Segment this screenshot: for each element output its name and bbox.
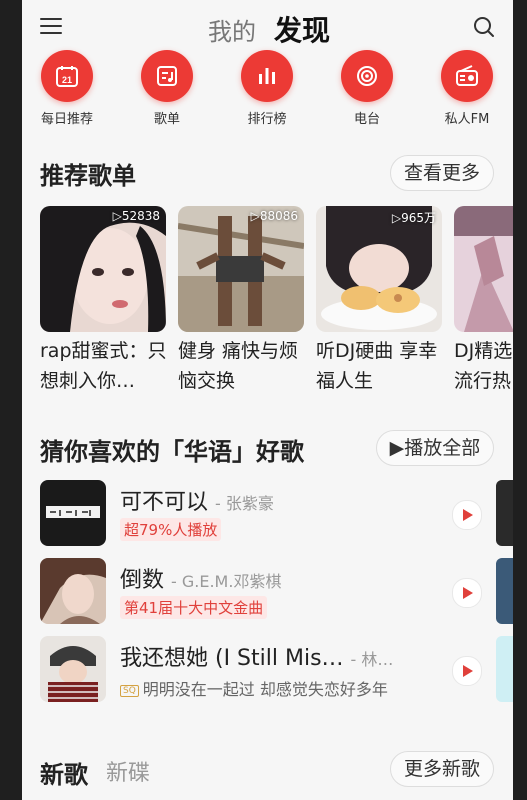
playlist-icon [141, 50, 193, 102]
song-row[interactable]: 倒数 - G.E.M.邓紫棋 第41届十大中文金曲 [40, 558, 510, 626]
playlist-cover: ▷965万 [316, 206, 442, 332]
next-cover-peek [496, 636, 513, 702]
play-button[interactable] [452, 500, 482, 530]
calendar-icon: 21 [41, 50, 93, 102]
quick-label: 私人FM [444, 112, 490, 127]
song-title: 可不可以 - 张紫豪 [120, 490, 274, 515]
song-cover [40, 636, 106, 702]
quick-charts[interactable]: 排行榜 [227, 50, 307, 127]
next-cover-peek [496, 558, 513, 624]
quick-daily[interactable]: 21 每日推荐 [27, 50, 107, 127]
quick-fm[interactable]: 私人FM [427, 50, 507, 127]
song-cover [40, 558, 106, 624]
app-screen: 我的 发现 21 每日推荐 歌单 排行榜 电台 私人FM 推荐歌单 查看更多 ▷… [22, 0, 513, 800]
quick-playlist[interactable]: 歌单 [127, 50, 207, 127]
quick-entries: 21 每日推荐 歌单 排行榜 电台 私人FM [22, 50, 513, 132]
tab-mine[interactable]: 我的 [208, 12, 256, 47]
top-bar: 我的 发现 [22, 0, 513, 56]
more-new-songs-button[interactable]: 更多新歌 [390, 751, 494, 787]
tab-new-songs[interactable]: 新歌 [40, 755, 88, 790]
song-subtitle: SQ 明明没在一起过 却感觉失恋好多年 [120, 676, 388, 700]
tab-new-albums[interactable]: 新碟 [106, 755, 150, 787]
play-button[interactable] [452, 578, 482, 608]
radio-icon [441, 50, 493, 102]
play-button[interactable] [452, 656, 482, 686]
playlist-title: 健身 痛快与烦恼交换 [178, 340, 299, 392]
play-count: ▷88086 [250, 209, 298, 223]
guess-title: 猜你喜欢的「华语」好歌 [40, 438, 304, 466]
playlist-card[interactable]: DJ精选 流行热 [454, 206, 513, 396]
song-cover [40, 480, 106, 546]
quick-label: 电台 [353, 112, 380, 127]
song-artist: - 林… [350, 650, 394, 669]
play-icon [463, 665, 473, 677]
sq-badge: SQ [120, 684, 139, 697]
quick-label: 排行榜 [247, 112, 287, 127]
play-icon [463, 509, 473, 521]
tab-discover[interactable]: 发现 [274, 9, 330, 49]
playlist-cover: ▷52838 [40, 206, 166, 332]
next-cover-peek [496, 480, 513, 546]
play-count: ▷52838 [112, 209, 160, 223]
song-row[interactable]: 我还想她 (I Still Mis… - 林… SQ 明明没在一起过 却感觉失恋好… [40, 636, 510, 704]
playlist-card[interactable]: ▷965万 听DJ硬曲 享幸福人生 [316, 206, 444, 396]
playlist-title: rap甜蜜式：只想刺入你… [40, 340, 167, 392]
play-icon [463, 587, 473, 599]
playlist-title: 听DJ硬曲 享幸福人生 [316, 340, 438, 392]
playlist-cover [454, 206, 513, 332]
song-title: 倒数 - G.E.M.邓紫棋 [120, 568, 282, 593]
playlist-card[interactable]: ▷88086 健身 痛快与烦恼交换 [178, 206, 306, 396]
song-row[interactable]: 可不可以 - 张紫豪 超79%人播放 [40, 480, 510, 548]
playlist-card[interactable]: ▷52838 rap甜蜜式：只想刺入你… [40, 206, 168, 396]
play-all-button[interactable]: ▶播放全部 [376, 430, 494, 466]
song-tag: 第41届十大中文金曲 [120, 596, 268, 619]
quick-label: 每日推荐 [40, 112, 93, 127]
playlist-title: DJ精选 流行热 [454, 340, 513, 392]
song-artist: - G.E.M.邓紫棋 [171, 572, 282, 591]
view-more-button[interactable]: 查看更多 [390, 155, 494, 191]
playlist-cover: ▷88086 [178, 206, 304, 332]
play-count: ▷965万 [391, 211, 436, 225]
menu-icon[interactable] [40, 18, 62, 36]
song-title: 我还想她 (I Still Mis… - 林… [120, 646, 394, 671]
quick-podcast[interactable]: 电台 [327, 50, 407, 127]
play-icon: ▶ [389, 437, 405, 459]
search-icon[interactable] [473, 16, 495, 38]
podcast-icon [341, 50, 393, 102]
chart-bars-icon [241, 50, 293, 102]
recommended-title: 推荐歌单 [40, 162, 136, 190]
song-artist: - 张紫豪 [215, 494, 274, 513]
svg-text:21: 21 [62, 75, 72, 85]
song-tag: 超79%人播放 [120, 518, 222, 541]
quick-label: 歌单 [153, 112, 180, 127]
